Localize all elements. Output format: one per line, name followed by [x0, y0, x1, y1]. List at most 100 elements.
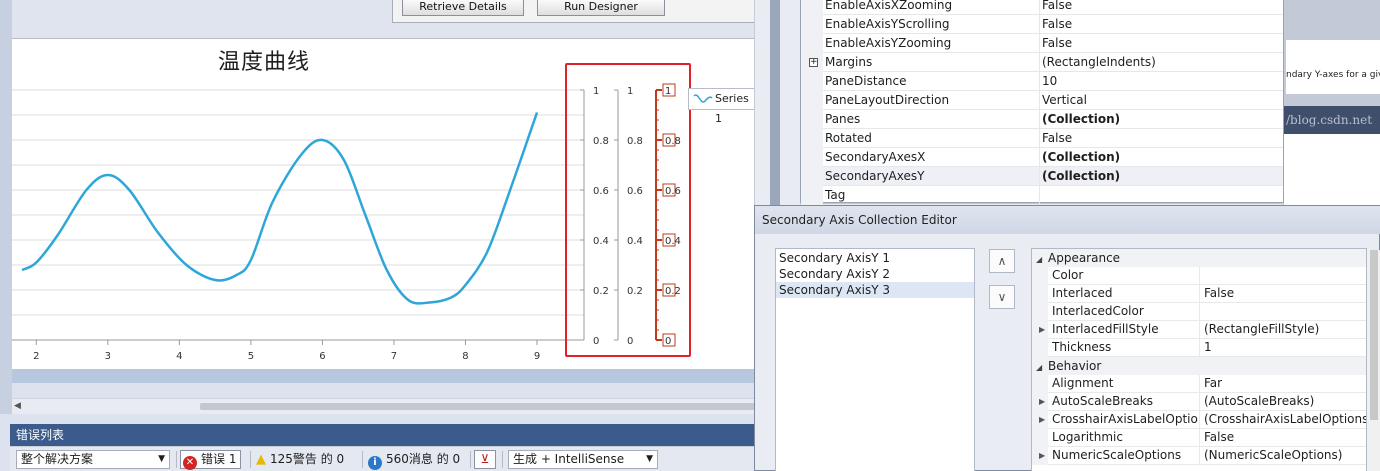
axis-property-name: Color: [1052, 268, 1084, 282]
axis-property-name: CrosshairAxisLabelOptions: [1052, 412, 1198, 426]
filter-button[interactable]: ⊻: [474, 450, 496, 469]
axis-property-row[interactable]: InterlacedColor: [1032, 303, 1366, 321]
property-value[interactable]: [1039, 186, 1042, 205]
axis-property-value[interactable]: (CrosshairAxisLabelOptions): [1199, 411, 1366, 429]
axis-property-value[interactable]: [1199, 267, 1204, 285]
property-row[interactable]: EnableAxisYZooming False: [801, 34, 1283, 53]
expand-arrow-icon[interactable]: ▶: [1039, 415, 1045, 424]
property-name: EnableAxisYScrolling: [825, 17, 950, 31]
expand-icon[interactable]: +: [809, 58, 818, 67]
property-row[interactable]: Tag: [801, 186, 1283, 205]
member-list-item[interactable]: Secondary AxisY 2: [776, 266, 974, 282]
axis-property-grid-scrollbar[interactable]: [1367, 250, 1380, 471]
property-name: PaneDistance: [825, 74, 907, 88]
error-scope-dropdown[interactable]: 整个解决方案 ▼: [16, 450, 170, 469]
axis-property-row[interactable]: Alignment Far: [1032, 375, 1366, 393]
property-row[interactable]: EnableAxisYScrolling False: [801, 15, 1283, 34]
move-up-button[interactable]: ∧: [989, 249, 1015, 273]
property-row[interactable]: PaneLayoutDirection Vertical: [801, 91, 1283, 110]
property-value[interactable]: (Collection): [1039, 110, 1120, 129]
property-name: Tag: [825, 188, 846, 202]
properties-window-gutter: [780, 0, 800, 205]
property-value[interactable]: False: [1039, 0, 1072, 15]
blog-url-text: /blog.csdn.net: [1286, 113, 1373, 127]
chevron-up-icon: ∧: [997, 254, 1007, 268]
row-gutter: [801, 186, 823, 205]
category-label: Appearance: [1048, 251, 1121, 265]
property-name: SecondaryAxesY: [825, 169, 925, 183]
row-gutter: [801, 148, 823, 167]
property-value[interactable]: False: [1039, 34, 1072, 53]
property-value[interactable]: False: [1039, 15, 1072, 34]
chart-legend: Series 1: [688, 88, 756, 125]
scrollbar-thumb[interactable]: [200, 403, 756, 410]
axis-property-value[interactable]: (RectangleFillStyle): [1199, 321, 1319, 339]
expand-arrow-icon[interactable]: ▶: [1039, 397, 1045, 406]
warnings-count: 125警告 的 0: [270, 452, 345, 466]
axis-property-row[interactable]: ▶ InterlacedFillStyle (RectangleFillStyle): [1032, 321, 1366, 339]
x-tick-label: 5: [248, 351, 254, 362]
property-value[interactable]: (Collection): [1039, 167, 1120, 186]
property-row[interactable]: + Margins (RectangleIndents): [801, 53, 1283, 72]
property-help-text: ndary Y-axes for a give: [1286, 70, 1380, 80]
errors-filter-button[interactable]: ✕ 错误 1: [180, 450, 242, 470]
axis-property-value[interactable]: (AutoScaleBreaks): [1199, 393, 1314, 411]
move-down-button[interactable]: ∨: [989, 285, 1015, 309]
row-gutter: [1032, 267, 1048, 285]
designer-footer-strip: [12, 369, 754, 383]
property-value[interactable]: False: [1039, 129, 1072, 148]
warning-icon: ▲: [256, 452, 266, 467]
axis-property-name: NumericScaleOptions: [1052, 448, 1182, 462]
expand-arrow-icon[interactable]: ▶: [1039, 451, 1045, 460]
scroll-left-arrow-icon[interactable]: ◀: [14, 401, 21, 411]
x-tick-label: 9: [534, 351, 540, 362]
property-row[interactable]: Panes (Collection): [801, 110, 1283, 129]
property-row[interactable]: Rotated False: [801, 129, 1283, 148]
designer-horizontal-scrollbar[interactable]: ◀: [12, 398, 756, 414]
build-source-value: 生成 + IntelliSense: [513, 452, 625, 466]
axis-property-value[interactable]: Far: [1199, 375, 1222, 393]
x-tick-label: 8: [462, 351, 468, 362]
error-list-toolbar: 整个解决方案 ▼ ✕ 错误 1 ▲ 125警告 的 0 i 560消息 的 0 ⊻ 生…: [10, 446, 754, 471]
scrollbar-thumb[interactable]: [1370, 250, 1378, 420]
axis-property-row[interactable]: Interlaced False: [1032, 285, 1366, 303]
row-gutter: [1032, 339, 1048, 357]
axis-property-row[interactable]: Logarithmic False: [1032, 429, 1366, 447]
axis-property-row[interactable]: Thickness 1: [1032, 339, 1366, 357]
messages-filter-button[interactable]: i 560消息 的 0: [368, 450, 460, 470]
property-row[interactable]: SecondaryAxesX (Collection): [801, 148, 1283, 167]
axis-property-value[interactable]: False: [1199, 429, 1234, 447]
error-icon: ✕: [183, 456, 197, 470]
properties-window-edge: [770, 0, 780, 205]
axis-property-row[interactable]: Color: [1032, 267, 1366, 285]
property-row[interactable]: SecondaryAxesY (Collection): [801, 167, 1283, 186]
member-list-item[interactable]: Secondary AxisY 3: [776, 282, 974, 298]
property-value[interactable]: 10: [1039, 72, 1057, 91]
property-value[interactable]: (RectangleIndents): [1039, 53, 1156, 72]
axis-property-row[interactable]: ▶ AutoScaleBreaks (AutoScaleBreaks): [1032, 393, 1366, 411]
axis-property-value[interactable]: (NumericScaleOptions): [1199, 447, 1342, 465]
build-source-dropdown[interactable]: 生成 + IntelliSense ▼: [508, 450, 658, 469]
axis-property-row[interactable]: ▶ CrosshairAxisLabelOptions (CrosshairAxis…: [1032, 411, 1366, 429]
row-gutter: [801, 110, 823, 129]
member-list-item[interactable]: Secondary AxisY 1: [776, 250, 974, 266]
property-row[interactable]: EnableAxisXZooming False: [801, 0, 1283, 15]
axis-property-value[interactable]: 1: [1199, 339, 1212, 357]
row-gutter: [1032, 285, 1048, 303]
property-value[interactable]: Vertical: [1039, 91, 1087, 110]
warnings-filter-button[interactable]: ▲ 125警告 的 0: [256, 450, 344, 469]
category-header[interactable]: ◢ Appearance: [1032, 249, 1366, 267]
property-name: EnableAxisXZooming: [825, 0, 953, 12]
category-header[interactable]: ◢ Behavior: [1032, 357, 1366, 375]
axis-property-row[interactable]: ▶ NumericScaleOptions (NumericScaleOptions…: [1032, 447, 1366, 465]
axis-property-value[interactable]: [1199, 303, 1204, 321]
chevron-down-icon: ∨: [997, 290, 1007, 304]
axis-property-value[interactable]: False: [1199, 285, 1234, 303]
expand-arrow-icon[interactable]: ▶: [1039, 325, 1045, 334]
axis-property-name: InterlacedColor: [1052, 304, 1144, 318]
row-gutter: [801, 129, 823, 148]
property-value[interactable]: (Collection): [1039, 148, 1120, 167]
property-row[interactable]: PaneDistance 10: [801, 72, 1283, 91]
members-list[interactable]: Secondary AxisY 1 Secondary AxisY 2 Second…: [775, 248, 975, 471]
row-gutter: [801, 34, 823, 53]
